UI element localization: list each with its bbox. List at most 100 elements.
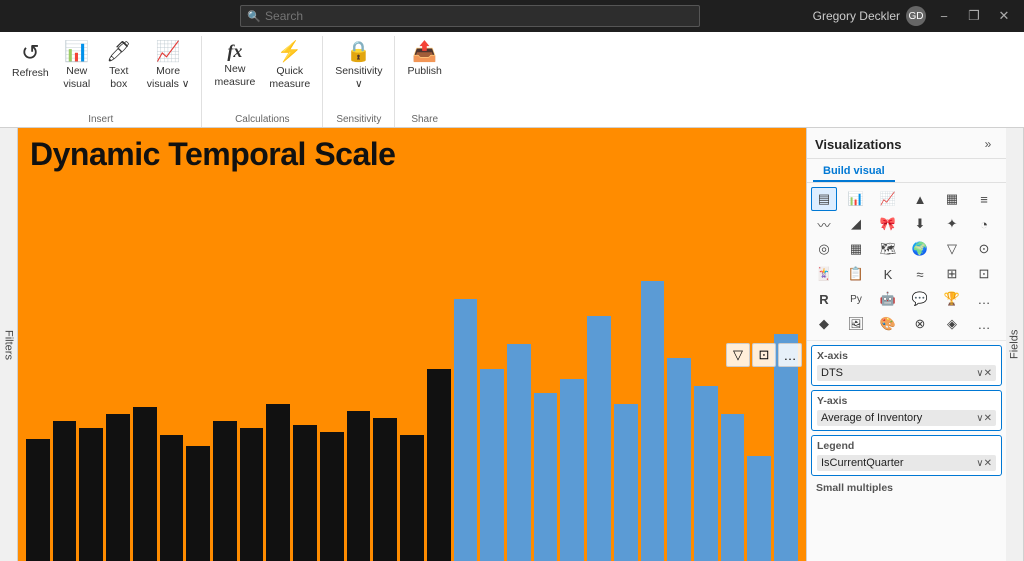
more-toolbar-btn[interactable]: … <box>778 343 802 367</box>
bar-black <box>186 446 210 561</box>
yaxis-value: Average of Inventory ∨ ✕ <box>817 410 996 426</box>
viz-icon-table[interactable]: ⊞ <box>939 262 965 286</box>
yaxis-chevron[interactable]: ∨ <box>976 413 983 424</box>
filters-label: Filters <box>3 330 15 360</box>
search-input[interactable] <box>265 9 693 23</box>
field-section-legend: Legend IsCurrentQuarter ∨ ✕ <box>811 435 1002 476</box>
small-multiples-label: Small multiples <box>811 480 1002 496</box>
viz-icon-scatter[interactable]: ✦ <box>939 212 965 236</box>
viz-icon-pie[interactable]: ◔ <box>971 212 997 236</box>
xaxis-value-text: DTS <box>821 367 976 379</box>
viz-icon-py[interactable]: Py <box>843 287 869 311</box>
filters-panel[interactable]: Filters <box>0 128 18 561</box>
viz-icon-color[interactable]: 🎨 <box>875 312 901 336</box>
xaxis-label: X-axis <box>817 350 996 362</box>
filter-toolbar-btn[interactable]: ▽ <box>726 343 750 367</box>
ribbon-items-sensitivity: 🔒 Sensitivity∨ <box>329 38 388 112</box>
viz-icon-kpi[interactable]: K <box>875 262 901 286</box>
xaxis-value: DTS ∨ ✕ <box>817 365 996 381</box>
legend-value: IsCurrentQuarter ∨ ✕ <box>817 455 996 471</box>
viz-icons-grid: ▤ 📊 📈 ▲ ▦ ≡ 〰 ◢ 🎀 ⬇ ✦ ◔ ◎ ▦ 🗺 🌍 ▽ ⊙ 🃏 📋 … <box>807 183 1006 341</box>
bar-black <box>26 439 50 561</box>
viz-icon-area[interactable]: ▲ <box>907 187 933 211</box>
ribbon-text-box-button[interactable]: 🖊 Textbox <box>99 38 139 94</box>
ribbon: ↺ Refresh 📊 Newvisual 🖊 Textbox 📈 Morevi… <box>0 32 1024 128</box>
minimize-button[interactable]: − <box>932 5 956 27</box>
viz-icon-r[interactable]: R <box>811 287 837 311</box>
bar-black <box>213 421 237 561</box>
viz-icon-column[interactable]: ▦ <box>939 187 965 211</box>
ribbon-publish-button[interactable]: 📤 Publish <box>401 38 447 82</box>
search-icon: 🔍 <box>247 10 261 23</box>
xaxis-chevron[interactable]: ∨ <box>976 368 983 379</box>
viz-panel: Visualizations » Build visual ▤ 📊 📈 ▲ ▦ … <box>806 128 1006 561</box>
bar-black <box>133 407 157 561</box>
canvas-inner: Dynamic Temporal Scale ▽ ⊡ … <box>18 128 806 561</box>
xaxis-remove[interactable]: ✕ <box>984 368 992 379</box>
viz-panel-title: Visualizations <box>815 137 901 152</box>
viz-icon-funnel[interactable]: ▽ <box>939 237 965 261</box>
legend-remove[interactable]: ✕ <box>984 458 992 469</box>
tab-build-visual[interactable]: Build visual <box>813 162 895 182</box>
viz-icon-card[interactable]: 🃏 <box>811 262 837 286</box>
viz-icon-100pct[interactable]: ≡ <box>971 187 997 211</box>
bar-blue <box>721 414 745 561</box>
viz-icon-custom1[interactable]: ⊗ <box>907 312 933 336</box>
viz-icon-area2[interactable]: ◢ <box>843 212 869 236</box>
viz-icon-image[interactable]: 🖼 <box>843 312 869 336</box>
search-bar[interactable]: 🔍 <box>240 5 700 27</box>
viz-icon-line[interactable]: 📈 <box>875 187 901 211</box>
bar-blue <box>694 386 718 561</box>
more-visuals-icon: 📈 <box>156 42 181 62</box>
fields-panel[interactable]: Fields <box>1006 128 1024 561</box>
viz-icon-shape[interactable]: ◆ <box>811 312 837 336</box>
viz-icon-ribbon[interactable]: 🎀 <box>875 212 901 236</box>
viz-icon-map[interactable]: 🗺 <box>875 237 901 261</box>
bar-black <box>79 428 103 561</box>
viz-icon-multirow-card[interactable]: 📋 <box>843 262 869 286</box>
viz-icon-donut[interactable]: ◎ <box>811 237 837 261</box>
viz-panel-header: Visualizations » <box>807 128 1006 159</box>
close-button[interactable]: ✕ <box>992 5 1016 27</box>
bar-blue <box>480 369 504 561</box>
bar-blue <box>507 344 531 561</box>
viz-icon-matrix[interactable]: ⊡ <box>971 262 997 286</box>
viz-icon-ai[interactable]: 🤖 <box>875 287 901 311</box>
bar-black <box>160 435 184 561</box>
ribbon-refresh-button[interactable]: ↺ Refresh <box>6 38 55 84</box>
new-measure-label: Newmeasure <box>214 63 255 88</box>
viz-icon-filled-map[interactable]: 🌍 <box>907 237 933 261</box>
ribbon-group-insert: ↺ Refresh 📊 Newvisual 🖊 Textbox 📈 Morevi… <box>0 36 202 127</box>
viz-icon-custom2[interactable]: ◈ <box>939 312 965 336</box>
bar-black <box>347 411 371 561</box>
viz-icon-decomp[interactable]: 🏆 <box>939 287 965 311</box>
yaxis-remove[interactable]: ✕ <box>984 413 992 424</box>
ribbon-more-visuals-button[interactable]: 📈 Morevisuals ∨ <box>141 38 196 94</box>
viz-icon-treemap[interactable]: ▦ <box>843 237 869 261</box>
viz-icon-waterfall[interactable]: ⬇ <box>907 212 933 236</box>
ribbon-new-visual-button[interactable]: 📊 Newvisual <box>57 38 97 94</box>
ribbon-group-sensitivity-label: Sensitivity <box>329 114 388 127</box>
legend-chevron[interactable]: ∨ <box>976 458 983 469</box>
bar-black <box>293 425 317 561</box>
viz-icon-stacked-bar[interactable]: 📊 <box>843 187 869 211</box>
sensitivity-icon: 🔒 <box>346 42 371 62</box>
ribbon-new-measure-button[interactable]: fx Newmeasure <box>208 38 261 92</box>
bar-blue <box>454 299 478 561</box>
viz-icon-slicer[interactable]: ≈ <box>907 262 933 286</box>
bar-black <box>266 404 290 561</box>
viz-icon-custom3[interactable]: … <box>971 312 997 336</box>
avatar: GD <box>906 6 926 26</box>
focus-toolbar-btn[interactable]: ⊡ <box>752 343 776 367</box>
ribbon-sensitivity-button[interactable]: 🔒 Sensitivity∨ <box>329 38 388 94</box>
viz-icon-more[interactable]: … <box>971 287 997 311</box>
bar-black <box>106 414 130 561</box>
viz-icon-line2[interactable]: 〰 <box>811 212 837 236</box>
viz-icon-bar[interactable]: ▤ <box>811 187 837 211</box>
restore-button[interactable]: ❐ <box>962 5 986 27</box>
viz-icon-qna[interactable]: 💬 <box>907 287 933 311</box>
ribbon-items-share: 📤 Publish <box>401 38 447 112</box>
viz-expand-btn[interactable]: » <box>978 134 998 154</box>
viz-icon-gauge[interactable]: ⊙ <box>971 237 997 261</box>
ribbon-quick-measure-button[interactable]: ⚡ Quickmeasure <box>263 38 316 94</box>
